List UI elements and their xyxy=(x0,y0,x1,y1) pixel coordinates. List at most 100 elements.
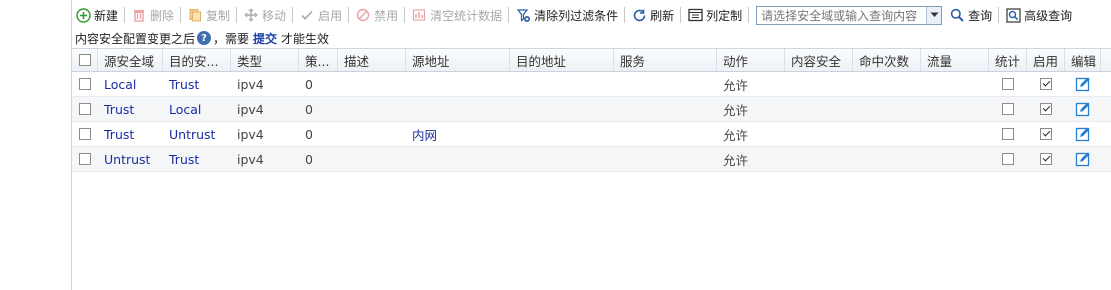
dst-zone-cell[interactable]: Local xyxy=(163,102,231,117)
type-cell: ipv4 xyxy=(237,151,264,167)
table-row[interactable]: Untrust Trust ipv4 0 允许 xyxy=(72,147,1111,172)
customize-columns-button[interactable]: 列定制 xyxy=(684,4,745,26)
toolbar-divider xyxy=(180,7,182,23)
row-select-checkbox[interactable] xyxy=(79,78,91,90)
table-row[interactable]: Trust Local ipv4 0 允许 xyxy=(72,97,1111,122)
src-zone-cell[interactable]: Trust xyxy=(98,127,163,142)
enabled-cell xyxy=(1027,78,1065,90)
search-input[interactable]: 请选择安全域或输入查询内容 xyxy=(757,7,926,24)
trash-icon xyxy=(131,7,147,23)
query-button[interactable]: 查询 xyxy=(946,4,995,26)
enabled-cell xyxy=(1027,103,1065,115)
edit-cell xyxy=(1065,101,1101,117)
submit-link[interactable]: 提交 xyxy=(253,30,277,47)
toolbar-divider xyxy=(748,7,750,23)
toolbar-divider xyxy=(124,7,126,23)
action-cell: 允许 xyxy=(723,77,749,93)
enabled-cell xyxy=(1027,128,1065,140)
column-header[interactable]: 服务 xyxy=(614,49,717,71)
column-header[interactable]: 类型 xyxy=(231,49,299,71)
enabled-checkbox[interactable] xyxy=(1040,128,1052,140)
advanced-search-icon xyxy=(1005,7,1021,23)
table-header-row: 源安全域 目的安... 类型 策... 描述 源地址 目的地址 服务 动作 内容… xyxy=(72,48,1111,72)
select-all-checkbox[interactable] xyxy=(78,54,91,66)
column-header[interactable]: 目的地址 xyxy=(510,49,614,71)
edit-pencil-icon[interactable] xyxy=(1075,76,1091,92)
enabled-checkbox[interactable] xyxy=(1040,78,1052,90)
toolbar-divider xyxy=(404,7,406,23)
disable-button-label: 禁用 xyxy=(374,8,399,23)
clear-stats-icon xyxy=(411,7,427,23)
advanced-query-button-label: 高级查询 xyxy=(1024,8,1073,23)
edit-pencil-icon[interactable] xyxy=(1075,101,1091,117)
column-header[interactable]: 源地址 xyxy=(406,49,510,71)
stats-checkbox[interactable] xyxy=(1002,103,1014,115)
edit-pencil-icon[interactable] xyxy=(1075,151,1091,167)
column-header[interactable]: 目的安... xyxy=(163,49,231,71)
edit-cell xyxy=(1065,76,1101,92)
advanced-query-button[interactable]: 高级查询 xyxy=(1002,4,1075,26)
column-header[interactable]: 统计 xyxy=(989,49,1027,71)
dst-zone-cell[interactable]: Untrust xyxy=(163,127,231,142)
clear-filter-button[interactable]: 清除列过滤条件 xyxy=(512,4,621,26)
notice-text-middle: ，需要 xyxy=(213,31,250,46)
config-change-notice: 内容安全配置变更之后 ? ，需要 提交 才能生效 xyxy=(75,29,329,47)
column-header[interactable]: 源安全域 xyxy=(98,49,163,71)
row-select-cell xyxy=(72,153,98,165)
src-address-cell[interactable]: 内网 xyxy=(406,125,510,144)
action-cell: 允许 xyxy=(723,102,749,118)
toolbar-divider xyxy=(348,7,350,23)
edit-pencil-icon[interactable] xyxy=(1075,126,1091,142)
table-row[interactable]: Local Trust ipv4 0 允许 xyxy=(72,72,1111,97)
enabled-checkbox[interactable] xyxy=(1040,103,1052,115)
select-all-cell xyxy=(72,49,98,71)
stats-checkbox[interactable] xyxy=(1002,153,1014,165)
disable-button[interactable]: 禁用 xyxy=(352,4,401,26)
row-select-checkbox[interactable] xyxy=(79,153,91,165)
refresh-button[interactable]: 刷新 xyxy=(628,4,677,26)
column-header[interactable]: 编辑 xyxy=(1065,49,1101,71)
move-arrows-icon xyxy=(243,7,259,23)
column-header[interactable]: 策... xyxy=(299,49,338,71)
refresh-icon xyxy=(631,7,647,23)
policy-id-cell: 0 xyxy=(305,151,313,167)
dst-zone-cell[interactable]: Trust xyxy=(163,77,231,92)
refresh-button-label: 刷新 xyxy=(650,8,675,23)
toolbar-divider xyxy=(236,7,238,23)
column-header[interactable]: 命中次数 xyxy=(853,49,921,71)
table-row[interactable]: Trust Untrust ipv4 0 内网 允许 xyxy=(72,122,1111,147)
column-header[interactable]: 描述 xyxy=(338,49,406,71)
enable-button[interactable]: 启用 xyxy=(296,4,345,26)
notice-text-after: 才能生效 xyxy=(281,31,330,46)
customize-columns-button-label: 列定制 xyxy=(706,8,743,23)
row-select-checkbox[interactable] xyxy=(79,103,91,115)
src-zone-cell[interactable]: Local xyxy=(98,77,163,92)
search-combobox[interactable]: 请选择安全域或输入查询内容 xyxy=(756,5,943,25)
src-zone-cell[interactable]: Untrust xyxy=(98,152,163,167)
policy-table: 源安全域 目的安... 类型 策... 描述 源地址 目的地址 服务 动作 内容… xyxy=(72,48,1111,172)
dst-zone-cell[interactable]: Trust xyxy=(163,152,231,167)
clear-stats-button[interactable]: 清空统计数据 xyxy=(408,4,505,26)
stats-checkbox[interactable] xyxy=(1002,78,1014,90)
stats-cell xyxy=(989,153,1027,165)
column-header[interactable]: 流量 xyxy=(921,49,989,71)
row-select-cell xyxy=(72,78,98,90)
column-header[interactable]: 动作 xyxy=(717,49,785,71)
delete-button[interactable]: 删除 xyxy=(128,4,177,26)
column-header[interactable]: 内容安全 xyxy=(785,49,853,71)
src-zone-cell[interactable]: Trust xyxy=(98,102,163,117)
chevron-down-icon[interactable] xyxy=(926,6,942,24)
stats-checkbox[interactable] xyxy=(1002,128,1014,140)
move-button[interactable]: 移动 xyxy=(240,4,289,26)
column-header[interactable]: 启用 xyxy=(1027,49,1065,71)
help-icon[interactable]: ? xyxy=(197,31,212,45)
copy-button[interactable]: 复制 xyxy=(184,4,233,26)
query-button-label: 查询 xyxy=(968,8,993,23)
toolbar-divider xyxy=(680,7,682,23)
prohibited-icon xyxy=(355,7,371,23)
row-select-checkbox[interactable] xyxy=(79,128,91,140)
new-button[interactable]: 新建 xyxy=(72,4,121,26)
enabled-checkbox[interactable] xyxy=(1040,153,1052,165)
notice-text-before: 内容安全配置变更之后 xyxy=(75,31,196,46)
copy-icon xyxy=(187,7,203,23)
